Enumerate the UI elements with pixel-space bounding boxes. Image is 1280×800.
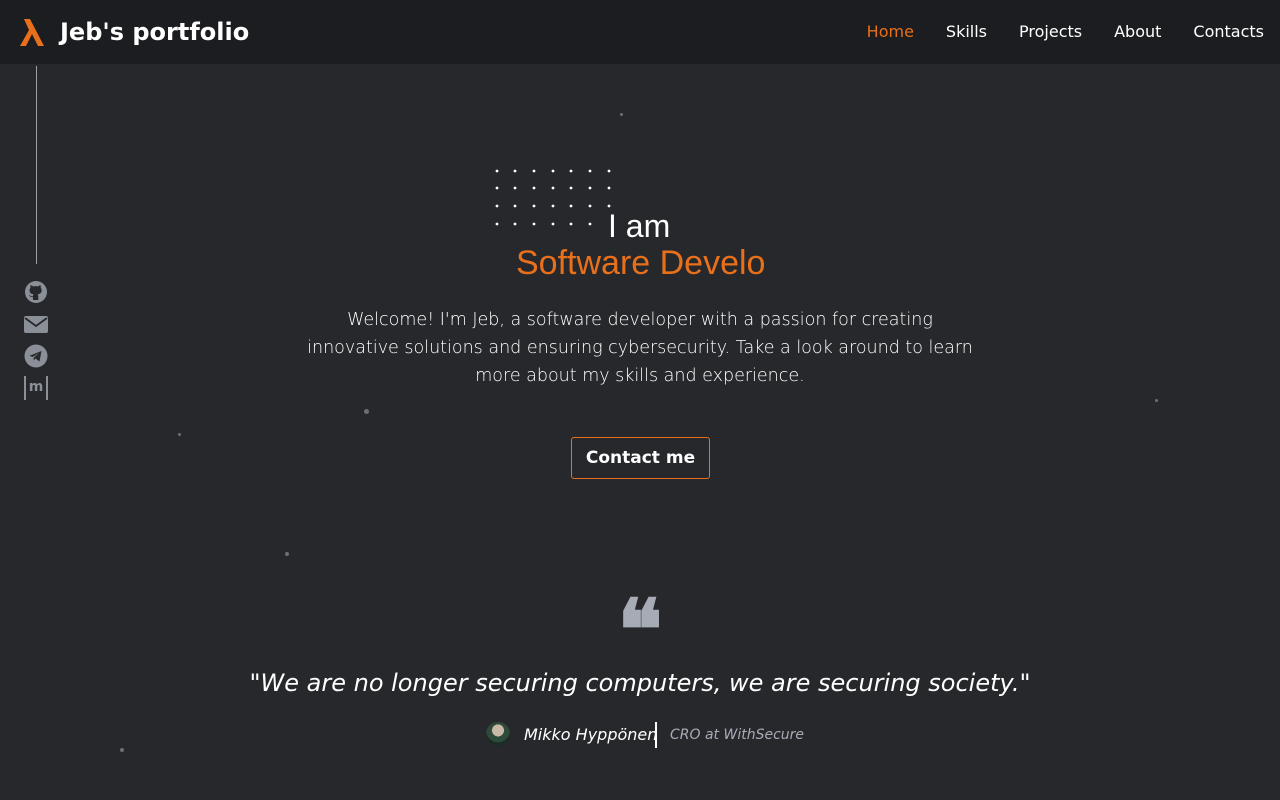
quote-author-role: CRO at WithSecure — [670, 727, 805, 743]
star-dot — [285, 552, 289, 556]
nav-home[interactable]: Home — [867, 20, 914, 44]
medium-icon-label: m — [24, 376, 48, 400]
star-dot — [364, 409, 369, 414]
author-divider — [655, 722, 657, 748]
quote-text: "We are no longer securing computers, we… — [249, 669, 1031, 697]
lambda-logo-icon[interactable] — [16, 16, 48, 48]
star-dot — [1155, 399, 1158, 402]
hero-role: Software Develo — [516, 244, 766, 282]
contact-me-button[interactable]: Contact me — [571, 437, 710, 479]
telegram-icon[interactable] — [24, 344, 48, 368]
star-dot — [120, 748, 124, 752]
quote-icon: ❝ — [617, 580, 663, 679]
nav-skills[interactable]: Skills — [946, 20, 987, 44]
author-avatar — [486, 722, 510, 746]
medium-icon[interactable]: m — [24, 376, 48, 400]
main-nav: Home Skills Projects About Contacts — [835, 20, 1264, 44]
dot-grid-decoration — [495, 169, 611, 226]
site-title[interactable]: Jeb's portfolio — [60, 17, 249, 47]
nav-about[interactable]: About — [1114, 20, 1161, 44]
hero-description: Welcome! I'm Jeb, a software developer w… — [307, 310, 973, 386]
github-icon[interactable] — [24, 280, 48, 304]
nav-projects[interactable]: Projects — [1019, 20, 1082, 44]
quote-author: Mikko Hyppönen — [524, 725, 658, 744]
star-dot — [620, 113, 623, 116]
nav-contacts[interactable]: Contacts — [1193, 20, 1264, 44]
sidebar-divider — [36, 66, 37, 264]
star-dot — [178, 433, 181, 436]
hero-intro: I am — [608, 208, 671, 244]
site-header: Jeb's portfolio Home Skills Projects Abo… — [0, 0, 1280, 64]
email-icon[interactable] — [24, 312, 48, 336]
